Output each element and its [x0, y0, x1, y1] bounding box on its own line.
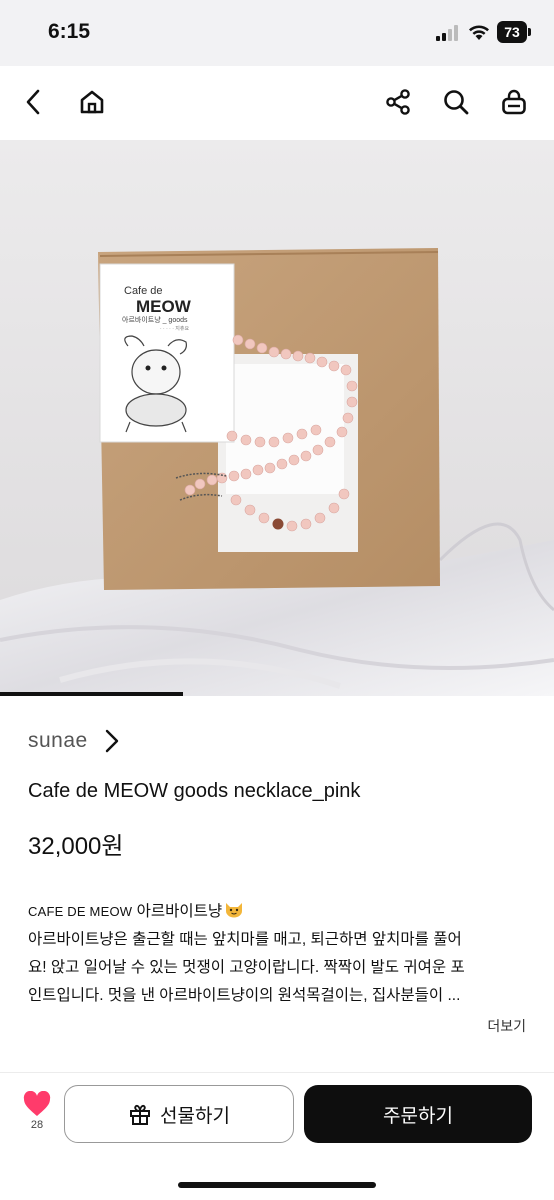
- product-image[interactable]: Cafe de MEOW 아르바이트냥 _ goods · · · · · 지츄…: [0, 140, 554, 696]
- description-line-1: 아르바이트냥은 출근할 때는 앞치마를 매고, 퇴근하면 앞치마를 풀어: [28, 931, 462, 948]
- home-indicator: [178, 1182, 376, 1188]
- gift-button[interactable]: 선물하기: [64, 1085, 294, 1143]
- gift-label: 선물하기: [160, 1105, 230, 1127]
- signal-icon: [436, 25, 458, 41]
- status-bar: 6:15 73: [0, 0, 554, 66]
- heart-icon: [23, 1091, 51, 1116]
- svg-text:Cafe de: Cafe de: [124, 285, 163, 297]
- description-brand: CAFE DE MEOW: [28, 904, 133, 919]
- product-photo: Cafe de MEOW 아르바이트냥 _ goods · · · · · 지츄…: [0, 140, 554, 696]
- wifi-icon: [469, 25, 489, 40]
- back-icon: [26, 89, 40, 115]
- description-heading: CAFE DE MEOW 아르바이트냥: [28, 898, 528, 926]
- home-button[interactable]: [74, 84, 110, 120]
- image-carousel-progress: [0, 692, 183, 696]
- seller-name: sunae: [28, 729, 88, 752]
- like-count: 28: [30, 1119, 44, 1131]
- bottom-action-bar: 28 선물하기 주문하기: [0, 1072, 554, 1200]
- cart-button[interactable]: [496, 84, 532, 120]
- cart-icon: [502, 89, 526, 115]
- svg-text:아르바이트냥 _ goods: 아르바이트냥 _ goods: [122, 315, 188, 324]
- svg-text:· · · · · 지츄요: · · · · · 지츄요: [160, 325, 189, 332]
- chevron-right-icon: [105, 729, 118, 753]
- seller-link[interactable]: sunae: [28, 728, 120, 754]
- search-button[interactable]: [438, 84, 474, 120]
- search-icon: [444, 90, 469, 115]
- smiling-cat-icon: [226, 903, 243, 918]
- product-description: CAFE DE MEOW 아르바이트냥 아르바이트냥은 출근할 때는 앞치마를 …: [28, 898, 528, 1010]
- svg-text:MEOW: MEOW: [136, 297, 192, 316]
- battery-icon: 73: [497, 21, 531, 43]
- status-time: 6:15: [48, 20, 91, 43]
- product-title: Cafe de MEOW goods necklace_pink: [28, 780, 361, 802]
- back-button[interactable]: [16, 84, 52, 120]
- description-line-2: 요! 앉고 일어날 수 있는 멋쟁이 고양이랍니다. 짝짝이 발도 귀여운 포: [28, 959, 465, 976]
- like-button[interactable]: 28: [22, 1091, 52, 1131]
- nav-bar: [0, 66, 554, 140]
- product-price: 32,000원: [28, 833, 124, 860]
- battery-level: 73: [497, 21, 527, 43]
- see-more-link[interactable]: 더보기: [487, 1016, 526, 1036]
- home-icon: [80, 90, 104, 114]
- gift-icon: [130, 1104, 151, 1125]
- description-line-3: 인트입니다. 멋을 낸 아르바이트냥이의 원석목걸이는, 집사분들이 ...: [28, 987, 461, 1004]
- description-heading-text: 아르바이트냥: [136, 903, 223, 920]
- order-label: 주문하기: [383, 1105, 453, 1127]
- share-icon: [386, 89, 410, 115]
- order-button[interactable]: 주문하기: [304, 1085, 532, 1143]
- share-button[interactable]: [380, 84, 416, 120]
